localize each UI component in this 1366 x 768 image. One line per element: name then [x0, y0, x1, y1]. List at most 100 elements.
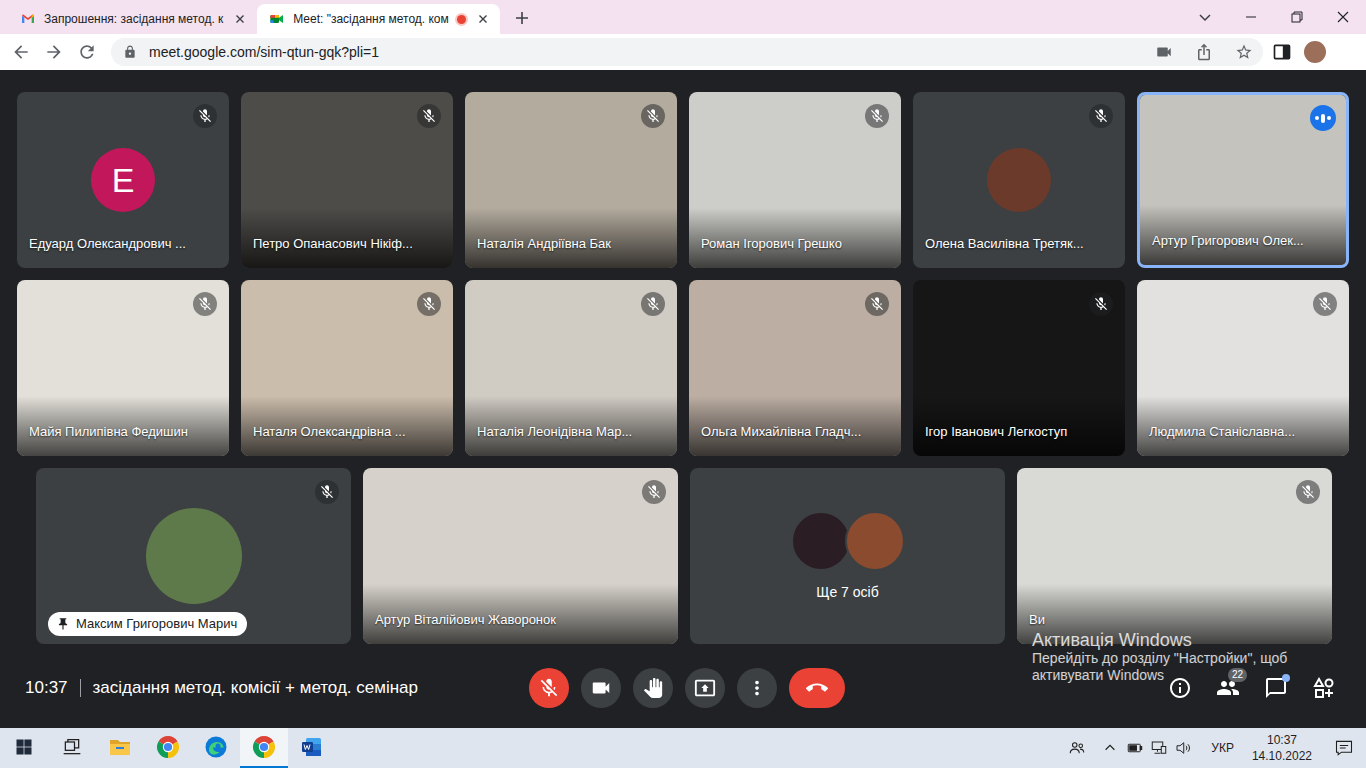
participant-tile[interactable]: Роман Ігорович Грешко: [689, 92, 901, 268]
task-view-taskbar-button[interactable]: [48, 728, 96, 768]
tile-row: ЕЕдуард Олександрович ...Петро Опанасови…: [0, 92, 1366, 268]
others-label[interactable]: Ще 7 осіб: [816, 583, 878, 601]
mute-indicator: [417, 292, 441, 316]
meeting-details: 10:37засідання метод. комісії + метод. с…: [25, 677, 529, 699]
minimize-button[interactable]: [1228, 0, 1274, 34]
tab-search-button[interactable]: [1193, 0, 1217, 34]
participant-tile[interactable]: Ще 7 осіб: [690, 468, 1005, 644]
address-bar[interactable]: meet.google.com/sim-qtun-gqk?pli=1: [111, 38, 1263, 66]
mute-indicator: [1089, 292, 1113, 316]
participant-tile[interactable]: Наталя Олександрівна ...: [241, 280, 453, 456]
forward-arrow-icon: [44, 42, 64, 62]
participant-tile[interactable]: Ви: [1017, 468, 1332, 644]
start-taskbar-button[interactable]: [0, 728, 48, 768]
show-hidden-icons-button[interactable]: [1097, 728, 1123, 768]
end-call-button[interactable]: [789, 668, 845, 708]
word-icon: [300, 735, 324, 759]
tray-button[interactable]: [1171, 728, 1195, 768]
network-icon: [1150, 739, 1168, 757]
participant-tile[interactable]: Майя Пилипівна Федишин: [17, 280, 229, 456]
speaking-bar: [1315, 116, 1319, 120]
participant-tile[interactable]: Олена Василівна Третяк...: [913, 92, 1125, 268]
chrome-taskbar-button[interactable]: [144, 728, 192, 768]
edge-taskbar-button[interactable]: [192, 728, 240, 768]
participant-tile[interactable]: Артур Григорович Олек...: [1137, 92, 1349, 268]
chevron-up-icon: [1103, 741, 1117, 755]
participant-tile[interactable]: Артур Віталійович Жаворонок: [363, 468, 678, 644]
chrome-taskbar-button[interactable]: [240, 728, 288, 768]
participant-tile[interactable]: Максим Григорович Марич: [36, 468, 351, 644]
mic-off-icon: [319, 484, 335, 500]
participant-name: Артур Григорович Олек...: [1152, 233, 1304, 249]
avatar-letter: Е: [112, 160, 135, 200]
reload-button[interactable]: [71, 36, 103, 68]
window-controls: [1193, 0, 1366, 34]
back-button[interactable]: [5, 36, 37, 68]
camera-icon: [1155, 43, 1173, 61]
mic-off-icon: [1093, 296, 1109, 312]
call-controls: [529, 668, 845, 708]
meeting-controls-bar: 10:37засідання метод. комісії + метод. с…: [0, 660, 1366, 716]
clock-date: 14.10.2022: [1252, 748, 1312, 764]
participant-tile[interactable]: Ігор Іванович Легкоступ: [913, 280, 1125, 456]
more-vert-icon: [746, 677, 768, 699]
tile-background: [690, 468, 1005, 644]
volume-icon: [1174, 739, 1192, 757]
camera-button[interactable]: [581, 668, 621, 708]
mic-off-icon: [1317, 296, 1333, 312]
browser-tab[interactable]: Meet: "засідання метод. ком: [257, 4, 499, 34]
mic-button[interactable]: [529, 668, 569, 708]
close-window-button[interactable]: [1320, 0, 1366, 34]
info-button[interactable]: [1156, 668, 1204, 708]
participant-name: Роман Ігорович Грешко: [701, 236, 842, 252]
tab-close-button[interactable]: [231, 10, 249, 28]
mic-off-icon: [646, 484, 662, 500]
info-icon: [1168, 676, 1192, 700]
tab-strip: Запрошення: засідання метод. кMeet: "зас…: [0, 0, 1366, 34]
participant-tile[interactable]: Людмила Станіславна...: [1137, 280, 1349, 456]
more-vert-icon: [746, 677, 768, 699]
mic-off-icon: [869, 296, 885, 312]
tray-button[interactable]: [1123, 728, 1147, 768]
notifications-button[interactable]: [1322, 728, 1366, 768]
chrome-icon: [252, 735, 276, 759]
hand-button[interactable]: [633, 668, 673, 708]
participant-name: Наталія Андріївна Бак: [477, 236, 611, 252]
activities-button[interactable]: [1300, 668, 1348, 708]
restore-button[interactable]: [1274, 0, 1320, 34]
new-tab-button[interactable]: [508, 4, 536, 32]
input-language[interactable]: УКР: [1205, 740, 1240, 756]
chat-button[interactable]: [1252, 668, 1300, 708]
mic-off-icon: [197, 108, 213, 124]
word-taskbar-button[interactable]: [288, 728, 336, 768]
mic-off-icon: [421, 296, 437, 312]
avatar-group: [791, 511, 905, 571]
letter-avatar: Е: [91, 148, 155, 212]
participant-tile[interactable]: Петро Опанасович Нікіф...: [241, 92, 453, 268]
profile-avatar[interactable]: [1304, 41, 1326, 63]
clock[interactable]: 10:3714.10.2022: [1246, 732, 1318, 764]
side-panel-button[interactable]: [1266, 36, 1298, 68]
participant-tile[interactable]: ЕЕдуард Олександрович ...: [17, 92, 229, 268]
participant-tile[interactable]: Наталія Андріївна Бак: [465, 92, 677, 268]
address-text[interactable]: meet.google.com/sim-qtun-gqk?pli=1: [149, 43, 1143, 61]
people-button[interactable]: 22: [1204, 668, 1252, 708]
present-button[interactable]: [685, 668, 725, 708]
forward-button[interactable]: [38, 36, 70, 68]
close-icon: [1337, 11, 1349, 23]
camera-icon: [1155, 43, 1173, 61]
volume-icon: [1174, 739, 1192, 757]
edge-icon: [204, 735, 228, 759]
explorer-taskbar-button[interactable]: [96, 728, 144, 768]
participant-tile[interactable]: Ольга Михайлівна Гладч...: [689, 280, 901, 456]
browser-tab[interactable]: Запрошення: засідання метод. к: [8, 4, 257, 34]
tray-button[interactable]: [1147, 728, 1171, 768]
tab-close-button[interactable]: [474, 10, 492, 28]
people-tray-button[interactable]: [1061, 728, 1093, 768]
reload-icon: [77, 42, 97, 62]
plus-icon: [514, 10, 530, 26]
more-button[interactable]: [737, 668, 777, 708]
participant-tile[interactable]: Наталія Леонідівна Мар...: [465, 280, 677, 456]
mic-off-icon: [197, 108, 213, 124]
chevron-down-icon: [1197, 9, 1213, 25]
